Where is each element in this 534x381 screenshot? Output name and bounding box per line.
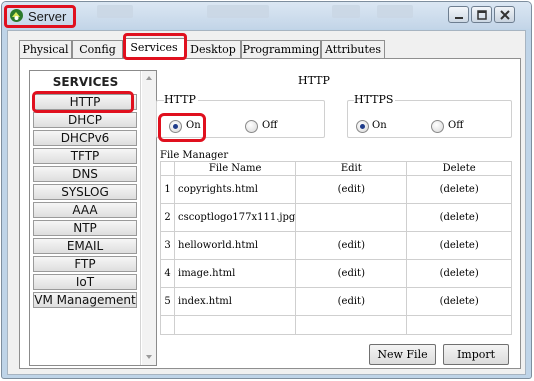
file-name-column-header: File Name [173,161,297,176]
file-name: image.html [173,259,297,288]
row-index: 2 [160,203,175,232]
radio-selected-dot [360,124,365,129]
empty-cell [173,315,297,335]
service-tftp[interactable]: TFTP [33,148,137,164]
service-aaa[interactable]: AAA [33,202,137,218]
empty-cell [160,315,175,335]
table-row: 5 index.html (edit) (delete) [160,287,512,316]
http-on-highlight-annotation [158,113,206,142]
maximize-button[interactable] [471,6,492,23]
https-group-label: HTTPS [354,93,396,106]
service-email[interactable]: EMAIL [33,238,137,254]
delete-link[interactable]: (delete) [406,203,512,232]
tab-programming[interactable]: Programming [241,40,321,58]
services-heading: SERVICES [52,75,119,89]
services-scrollbar[interactable] [142,71,156,365]
edit-link [295,203,408,232]
blurred-background-text [207,5,269,18]
close-icon [500,10,510,20]
window-body: Physical Config Services Desktop Program… [7,30,526,375]
services-tab-highlight-annotation [123,33,187,60]
edit-column-header: Edit [295,161,408,176]
file-name: index.html [173,287,297,316]
edit-link[interactable]: (edit) [295,231,408,260]
row-index: 1 [160,175,175,204]
scroll-down-icon[interactable] [145,353,153,361]
row-index: 3 [160,231,175,260]
file-manager-table: File Name Edit Delete 1 copyrights.html … [160,161,512,335]
delete-column-header: Delete [406,161,512,176]
service-dhcp[interactable]: DHCP [33,112,137,128]
new-file-button[interactable]: New File [369,344,436,365]
empty-cell [295,315,408,335]
service-ntp[interactable]: NTP [33,220,137,236]
minimize-icon [455,17,463,19]
tab-config[interactable]: Config [72,40,123,58]
edit-link[interactable]: (edit) [295,287,408,316]
close-button[interactable] [494,6,515,23]
file-name: copyrights.html [173,175,297,204]
table-row: 1 copyrights.html (edit) (delete) [160,175,512,204]
table-row: 3 helloworld.html (edit) (delete) [160,231,512,260]
https-on-label[interactable]: On [372,120,387,131]
page-title: HTTP [298,74,330,87]
https-off-label[interactable]: Off [448,120,463,131]
service-iot[interactable]: IoT [33,274,137,290]
file-name: cscoptlogo177x111.jpg [173,203,297,232]
table-row: 2 cscoptlogo177x111.jpg (delete) [160,203,512,232]
file-name: helloworld.html [173,231,297,260]
empty-cell [406,315,512,335]
delete-link[interactable]: (delete) [406,175,512,204]
maximize-icon [477,10,487,20]
title-highlight-annotation [4,5,76,28]
service-dhcpv6[interactable]: DHCPv6 [33,130,137,146]
title-bar: Server [2,2,531,29]
tab-physical[interactable]: Physical [19,40,72,58]
index-column-header [160,161,175,176]
services-list: SERVICES HTTP DHCP DHCPv6 TFTP DNS SYSLO… [30,71,141,365]
scroll-up-icon[interactable] [145,74,153,82]
blurred-background-text [97,5,133,18]
http-service-highlight-annotation [32,91,134,113]
edit-link[interactable]: (edit) [295,175,408,204]
http-off-radio[interactable] [245,120,258,133]
delete-link[interactable]: (delete) [406,259,512,288]
edit-link[interactable]: (edit) [295,259,408,288]
http-off-label[interactable]: Off [262,120,277,131]
blurred-background-text [377,5,413,18]
import-button[interactable]: Import [443,344,509,365]
file-manager-label: File Manager [160,150,229,161]
services-panel: SERVICES HTTP DHCP DHCPv6 TFTP DNS SYSLO… [29,70,157,366]
delete-link[interactable]: (delete) [406,287,512,316]
service-ftp[interactable]: FTP [33,256,137,272]
row-index: 4 [160,259,175,288]
table-row: 4 image.html (edit) (delete) [160,259,512,288]
service-dns[interactable]: DNS [33,166,137,182]
server-window: Server Physical Config Services Desktop … [1,1,532,379]
service-syslog[interactable]: SYSLOG [33,184,137,200]
https-off-radio[interactable] [431,120,444,133]
tab-desktop[interactable]: Desktop [185,40,241,58]
blurred-background-text [332,5,360,18]
http-group-label: HTTP [164,93,198,106]
minimize-button[interactable] [448,6,469,23]
table-empty-row [160,315,512,335]
row-index: 5 [160,287,175,316]
delete-link[interactable]: (delete) [406,231,512,260]
https-on-radio[interactable] [356,120,369,133]
tab-attributes[interactable]: Attributes [321,40,385,58]
service-vm-management[interactable]: VM Management [33,292,137,308]
